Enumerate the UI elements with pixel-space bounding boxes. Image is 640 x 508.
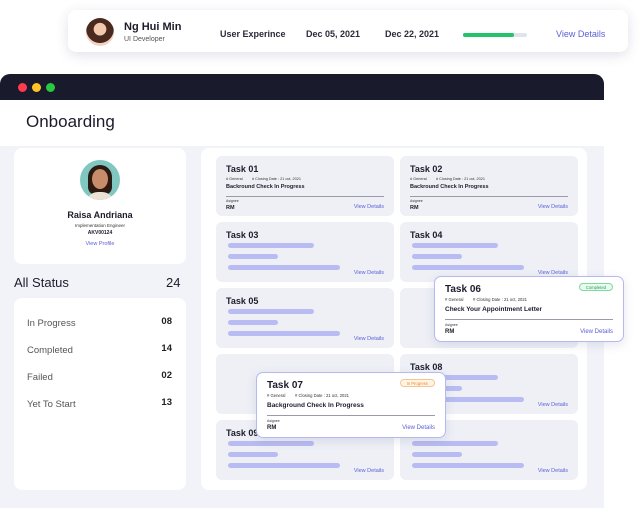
- employee-role: UI Developer: [124, 36, 165, 43]
- profile-id: AKV00124: [87, 230, 113, 236]
- task-title: Task 03: [226, 230, 259, 240]
- status-value: 13: [161, 397, 172, 408]
- task-closing-date: # Closing Date : 21 oct, 2021: [436, 177, 485, 181]
- employee-name: Ng Hui Min: [124, 21, 182, 33]
- view-details-link[interactable]: View Details: [556, 29, 605, 39]
- placeholder-line: [228, 320, 278, 325]
- view-details-link[interactable]: View Details: [580, 329, 613, 335]
- status-list: In Progress 08 Completed 14 Failed 02 Ye…: [14, 298, 186, 490]
- window-titlebar: [0, 74, 604, 100]
- view-details-link[interactable]: View Details: [538, 468, 568, 474]
- placeholder-line: [228, 452, 278, 457]
- divider: [445, 319, 613, 320]
- task-tag: # General: [410, 177, 427, 181]
- view-details-link[interactable]: View Details: [354, 336, 384, 342]
- placeholder-line: [228, 254, 278, 259]
- task-tag: # General: [445, 297, 464, 302]
- assignee-label: Asignee: [445, 323, 458, 327]
- minimize-window-dot[interactable]: [32, 83, 41, 92]
- status-label: Yet To Start: [27, 399, 76, 410]
- all-status-count: 24: [166, 275, 181, 290]
- task-tag: # General: [226, 177, 243, 181]
- end-date: Dec 22, 2021: [385, 29, 440, 39]
- task-title: Task 05: [226, 296, 259, 306]
- placeholder-line: [228, 441, 314, 446]
- status-label: Completed: [27, 345, 73, 356]
- task-title: Task 04: [410, 230, 443, 240]
- task-title: Task 07: [267, 380, 303, 391]
- task-tag: # General: [267, 393, 286, 398]
- project-name: User Experince: [220, 29, 286, 39]
- avatar: [86, 18, 114, 46]
- task-card-02[interactable]: Task 02 # General # Closing Date : 21 oc…: [400, 156, 578, 216]
- task-description: Check Your Appointment Letter: [445, 306, 543, 313]
- all-status-label: All Status: [14, 275, 69, 290]
- task-title: Task 01: [226, 164, 259, 174]
- placeholder-line: [228, 463, 340, 468]
- divider: [226, 196, 384, 197]
- divider: [267, 415, 435, 416]
- maximize-window-dot[interactable]: [46, 83, 55, 92]
- divider: [410, 196, 568, 197]
- progress-bar: [463, 33, 527, 37]
- assignee: RM: [226, 205, 235, 211]
- task-description: Backround Check In Progress: [226, 184, 305, 190]
- assignee: RM: [445, 329, 455, 335]
- page-title: Onboarding: [26, 112, 115, 131]
- task-description: Backround Check In Progress: [410, 184, 489, 190]
- page-header: Onboarding: [0, 100, 604, 146]
- view-details-link[interactable]: View Details: [538, 402, 568, 408]
- placeholder-line: [228, 265, 340, 270]
- placeholder-line: [412, 452, 462, 457]
- view-details-link[interactable]: View Details: [354, 204, 384, 210]
- view-details-link[interactable]: View Details: [354, 468, 384, 474]
- employee-row-card: Ng Hui Min UI Developer User Experince D…: [68, 10, 628, 52]
- assignee-label: Asignee: [267, 419, 280, 423]
- profile-photo: [80, 160, 120, 200]
- task-popup-07[interactable]: Task 07 In Progress # General # Closing …: [256, 372, 446, 438]
- placeholder-line: [412, 463, 524, 468]
- start-date: Dec 05, 2021: [306, 29, 361, 39]
- task-popup-06[interactable]: Task 06 Completed # General # Closing Da…: [434, 276, 624, 342]
- task-card-01[interactable]: Task 01 # General # Closing Date : 21 oc…: [216, 156, 394, 216]
- progress-bar-fill: [463, 33, 515, 37]
- task-closing-date: # Closing Date : 21 oct, 2021: [473, 297, 528, 302]
- assignee: RM: [410, 205, 419, 211]
- status-label: In Progress: [27, 318, 76, 329]
- task-title: Task 02: [410, 164, 443, 174]
- status-badge: Completed: [578, 283, 613, 291]
- task-title: Task 06: [445, 284, 481, 295]
- view-profile-link[interactable]: View Profile: [14, 241, 186, 247]
- assignee: RM: [267, 425, 277, 431]
- close-window-dot[interactable]: [18, 83, 27, 92]
- placeholder-line: [412, 441, 498, 446]
- placeholder-line: [412, 254, 462, 259]
- task-title: Task 09: [226, 428, 259, 438]
- placeholder-line: [228, 243, 314, 248]
- view-details-link[interactable]: View Details: [402, 425, 435, 431]
- view-details-link[interactable]: View Details: [354, 270, 384, 276]
- task-card-04[interactable]: Task 04 View Details: [400, 222, 578, 282]
- status-value: 08: [161, 316, 172, 327]
- status-badge: In Progress: [399, 379, 435, 387]
- task-closing-date: # Closing Date : 21 oct, 2021: [295, 393, 350, 398]
- status-label: Failed: [27, 372, 53, 383]
- placeholder-line: [228, 331, 340, 336]
- profile-title: Implementation Engineer: [74, 223, 126, 228]
- task-description: Background Check In Progress: [267, 402, 364, 409]
- task-card-03[interactable]: Task 03 View Details: [216, 222, 394, 282]
- profile-card: Raisa Andriana Implementation Engineer A…: [14, 148, 186, 264]
- task-card-05[interactable]: Task 05 View Details: [216, 288, 394, 348]
- placeholder-line: [412, 265, 524, 270]
- status-value: 14: [161, 343, 172, 354]
- assignee-label: Asignee: [410, 199, 423, 203]
- placeholder-line: [228, 309, 314, 314]
- status-value: 02: [161, 370, 172, 381]
- view-details-link[interactable]: View Details: [538, 204, 568, 210]
- assignee-label: Asignee: [226, 199, 239, 203]
- task-closing-date: # Closing Date : 21 oct, 2021: [252, 177, 301, 181]
- profile-name: Raisa Andriana: [67, 210, 133, 220]
- task-title: Task 08: [410, 362, 443, 372]
- placeholder-line: [412, 243, 498, 248]
